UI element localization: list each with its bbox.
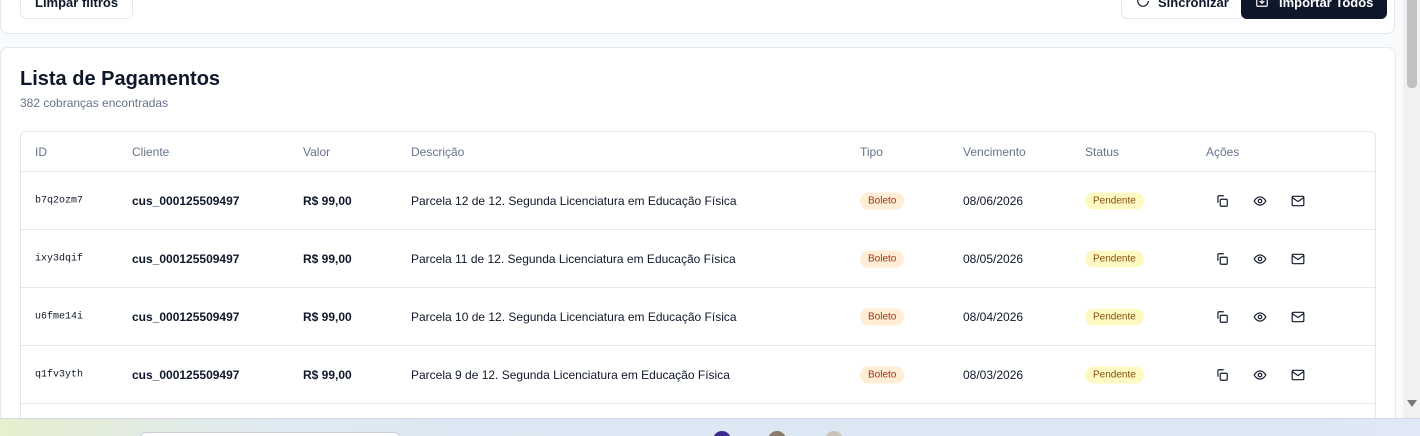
payment-id: b7q2ozm7 <box>35 195 84 206</box>
amount: R$ 99,00 <box>303 367 352 382</box>
status-badge: Pendente <box>1085 250 1144 267</box>
clear-filters-label: Limpar filtros <box>35 0 119 10</box>
payments-card: Lista de Pagamentos 382 cobranças encont… <box>0 47 1396 436</box>
refresh-icon <box>1136 0 1150 11</box>
description: Parcela 12 de 12. Segunda Licenciatura e… <box>411 193 737 208</box>
taskbar-app-icon[interactable] <box>825 431 843 436</box>
amount: R$ 99,00 <box>303 251 352 266</box>
row-actions <box>1214 193 1306 209</box>
table-row: b7q2ozm7 cus_000125509497 R$ 99,00 Parce… <box>21 172 1375 230</box>
payment-id: u6fme14i <box>35 311 84 322</box>
header-vencimento: Vencimento <box>963 145 1026 159</box>
payment-id: ixy3dqif <box>35 253 84 264</box>
copy-icon[interactable] <box>1214 193 1230 209</box>
row-actions <box>1214 309 1306 325</box>
customer-id: cus_000125509497 <box>132 367 240 382</box>
mail-icon[interactable] <box>1290 193 1306 209</box>
due-date: 08/05/2026 <box>963 251 1024 266</box>
eye-icon[interactable] <box>1252 251 1268 267</box>
eye-icon[interactable] <box>1252 309 1268 325</box>
amount: R$ 99,00 <box>303 309 352 324</box>
type-badge: Boleto <box>860 308 905 325</box>
row-actions <box>1214 367 1306 383</box>
due-date: 08/06/2026 <box>963 193 1024 208</box>
header-acoes: Ações <box>1206 145 1240 159</box>
clear-filters-button[interactable]: Limpar filtros <box>20 0 134 19</box>
type-badge: Boleto <box>860 366 905 383</box>
copy-icon[interactable] <box>1214 367 1230 383</box>
customer-id: cus_000125509497 <box>132 193 240 208</box>
header-descricao: Descrição <box>411 145 465 159</box>
header-cliente: Cliente <box>132 145 170 159</box>
os-taskbar <box>0 418 1420 436</box>
description: Parcela 9 de 12. Segunda Licenciatura em… <box>411 367 730 382</box>
status-badge: Pendente <box>1085 192 1144 209</box>
header-valor: Valor <box>303 145 331 159</box>
mail-icon[interactable] <box>1290 367 1306 383</box>
sync-button[interactable]: Sincronizar <box>1121 0 1244 19</box>
import-all-label: Importar Todos <box>1279 0 1374 10</box>
table-row: q1fv3yth cus_000125509497 R$ 99,00 Parce… <box>21 346 1375 404</box>
mail-icon[interactable] <box>1290 251 1306 267</box>
page-title: Lista de Pagamentos <box>20 68 221 90</box>
eye-icon[interactable] <box>1252 367 1268 383</box>
customer-id: cus_000125509497 <box>132 251 240 266</box>
download-icon <box>1255 0 1269 11</box>
header-id: ID <box>35 145 47 159</box>
table-header: ID Cliente Valor Descrição Tipo Vencimen… <box>21 132 1375 172</box>
customer-id: cus_000125509497 <box>132 309 240 324</box>
filters-card: Limpar filtros Sincronizar Importar Todo… <box>0 0 1395 34</box>
mail-icon[interactable] <box>1290 309 1306 325</box>
taskbar-app-icon[interactable] <box>713 431 731 436</box>
copy-icon[interactable] <box>1214 251 1230 267</box>
sync-label: Sincronizar <box>1158 0 1229 10</box>
due-date: 08/04/2026 <box>963 309 1024 324</box>
due-date: 08/03/2026 <box>963 367 1024 382</box>
table-row: u6fme14i cus_000125509497 R$ 99,00 Parce… <box>21 288 1375 346</box>
description: Parcela 11 de 12. Segunda Licenciatura e… <box>411 251 736 266</box>
payment-id: q1fv3yth <box>35 369 84 380</box>
header-tipo: Tipo <box>860 145 883 159</box>
row-actions <box>1214 251 1306 267</box>
taskbar-search[interactable] <box>140 432 400 436</box>
scroll-down-arrow-icon[interactable] <box>1407 400 1417 407</box>
import-all-button[interactable]: Importar Todos <box>1241 0 1388 19</box>
eye-icon[interactable] <box>1252 193 1268 209</box>
header-status: Status <box>1085 145 1120 159</box>
status-badge: Pendente <box>1085 308 1144 325</box>
scrollbar-thumb[interactable] <box>1407 0 1417 88</box>
type-badge: Boleto <box>860 250 905 267</box>
taskbar-app-icon[interactable] <box>768 431 786 436</box>
results-count: 382 cobranças encontradas <box>20 96 169 110</box>
amount: R$ 99,00 <box>303 193 352 208</box>
copy-icon[interactable] <box>1214 309 1230 325</box>
vertical-scrollbar[interactable] <box>1403 0 1420 418</box>
payments-table: ID Cliente Valor Descrição Tipo Vencimen… <box>20 131 1376 436</box>
table-row: ixy3dqif cus_000125509497 R$ 99,00 Parce… <box>21 230 1375 288</box>
type-badge: Boleto <box>860 192 905 209</box>
description: Parcela 10 de 12. Segunda Licenciatura e… <box>411 309 737 324</box>
status-badge: Pendente <box>1085 366 1144 383</box>
